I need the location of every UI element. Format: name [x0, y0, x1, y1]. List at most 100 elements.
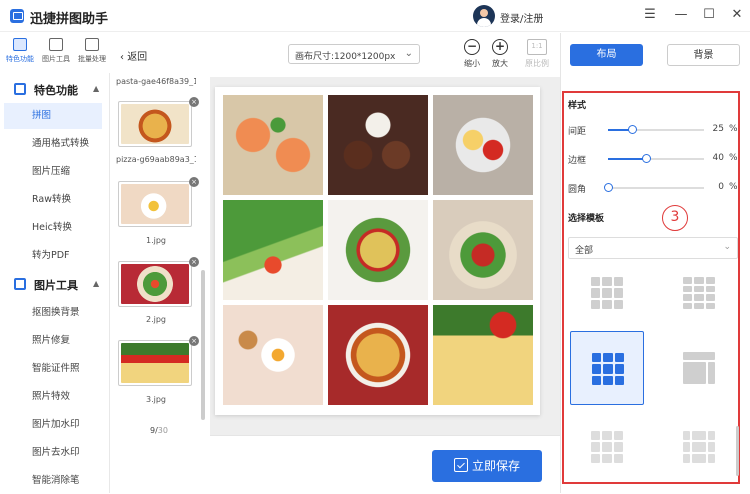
collage-canvas[interactable] — [215, 87, 540, 415]
pizza-thumb-image — [121, 104, 189, 144]
corner-radius-label: 圆角 — [568, 185, 587, 195]
collage-photo-asparagus[interactable] — [223, 200, 323, 300]
thumb-name: 2.jpg — [145, 315, 166, 324]
corner-radius-value: 0 — [718, 182, 724, 192]
thumb-name: 3.jpg — [145, 395, 166, 404]
template-option[interactable] — [570, 256, 644, 330]
slider-track[interactable] — [608, 187, 704, 189]
feature-icon — [14, 83, 26, 95]
tomato-pasta-thumb-image — [121, 343, 189, 383]
thumb-item[interactable] — [118, 261, 192, 307]
back-button[interactable]: ‹ 返回 — [120, 48, 147, 63]
zoom-out-button[interactable]: − 缩小 — [457, 39, 487, 69]
login-link[interactable]: 登录/注册 — [500, 10, 543, 25]
section-feature[interactable]: 特色功能 ▲ — [0, 76, 110, 102]
sidebar-item-pdf[interactable]: 转为PDF — [4, 243, 102, 269]
star-grid-icon — [13, 38, 27, 51]
sidebar-item-eraser[interactable]: 智能消除笔 — [4, 468, 102, 494]
spacing-slider[interactable]: 间距 25 % — [568, 123, 738, 137]
maximize-icon[interactable]: ☐ — [702, 8, 716, 22]
chevron-down-icon: ⌄ — [723, 242, 731, 252]
sidebar-item-format-convert[interactable]: 通用格式转换 — [4, 131, 102, 157]
tab-feature[interactable]: 特色功能 — [2, 36, 38, 70]
spacing-value: 25 — [712, 124, 724, 134]
tab-layout[interactable]: 布局 — [570, 44, 643, 66]
image-tools-icon — [14, 278, 26, 290]
salad-thumb-image — [121, 264, 189, 304]
template-option[interactable] — [662, 410, 736, 484]
zoom-in-button[interactable]: + 放大 — [485, 39, 515, 69]
thumb-item[interactable] — [118, 181, 192, 227]
feature-tabs: 特色功能 图片工具 批量处理 — [0, 33, 110, 73]
thumb-item[interactable] — [118, 101, 192, 147]
template-option[interactable] — [662, 331, 736, 405]
corner-radius-slider[interactable]: 圆角 0 % — [568, 181, 738, 195]
save-button[interactable]: 立即保存 — [432, 450, 542, 482]
title-bar — [0, 0, 750, 32]
collage-photo-pasta-salad[interactable] — [328, 200, 428, 300]
section-image-tools[interactable]: 图片工具 ▲ — [0, 271, 110, 297]
thumb-item[interactable] — [118, 340, 192, 386]
minimize-icon[interactable]: — — [674, 8, 688, 22]
thumbnail-list: pasta-gae46f8a39_1... × pizza-g69aab89a3… — [111, 73, 209, 443]
template-section-title: 选择模板 — [568, 214, 605, 224]
collage-photo-platter[interactable] — [433, 95, 533, 195]
sidebar-item-repair[interactable]: 照片修复 — [4, 328, 102, 354]
remove-thumb-icon[interactable]: × — [189, 336, 199, 346]
slider-knob[interactable] — [642, 154, 652, 163]
slider-knob[interactable] — [628, 125, 637, 134]
tab-batch-label: 批量处理 — [78, 55, 106, 63]
back-label: 返回 — [127, 52, 148, 63]
template-option-selected[interactable] — [570, 331, 644, 405]
sidebar-item-id-photo[interactable]: 智能证件照 — [4, 356, 102, 382]
canvas-size-select[interactable]: 画布尺寸:1200*1200px ⌄ — [288, 44, 420, 64]
spacing-label: 间距 — [568, 127, 587, 137]
collage-photo-salad-plate[interactable] — [433, 200, 533, 300]
original-ratio-button[interactable]: 1:1 原比例 — [522, 39, 552, 69]
sidebar-item-raw[interactable]: Raw转换 — [4, 187, 102, 213]
sidebar-item-compress[interactable]: 图片压缩 — [4, 159, 102, 185]
template-grid-icon — [591, 431, 623, 463]
template-grid-icon — [683, 277, 715, 309]
counter-current: 9/ — [150, 426, 158, 435]
user-avatar[interactable] — [473, 5, 495, 27]
collage-photo-tomato-pasta[interactable] — [433, 305, 533, 405]
right-panel-scrollbar[interactable] — [736, 426, 739, 476]
tab-background[interactable]: 背景 — [667, 44, 740, 66]
sidebar-item-collage[interactable]: 拼图 — [4, 103, 102, 129]
spacing-unit: % — [729, 124, 738, 134]
collage-photo-pizza[interactable] — [328, 305, 428, 405]
menu-icon[interactable]: ☰ — [643, 8, 657, 22]
template-grid-icon — [591, 277, 623, 309]
style-section-title: 样式 — [568, 101, 587, 111]
sidebar-item-remove-watermark[interactable]: 图片去水印 — [4, 440, 102, 466]
collage-photo-dessert[interactable] — [328, 95, 428, 195]
ratio-icon: 1:1 — [527, 39, 547, 55]
collage-photo-salmon[interactable] — [223, 95, 323, 195]
border-slider[interactable]: 边框 40 % — [568, 152, 738, 166]
collage-photo-egg-flour[interactable] — [223, 305, 323, 405]
zoom-in-label: 放大 — [492, 59, 508, 68]
tab-batch[interactable]: 批量处理 — [74, 36, 110, 70]
thumb-scrollbar[interactable] — [201, 270, 205, 420]
remove-thumb-icon[interactable]: × — [189, 257, 199, 267]
slider-knob[interactable] — [604, 183, 613, 192]
sidebar-item-heic[interactable]: Heic转换 — [4, 215, 102, 241]
zoom-out-icon: − — [464, 39, 480, 55]
remove-thumb-icon[interactable]: × — [189, 177, 199, 187]
original-ratio-label: 原比例 — [525, 59, 549, 68]
template-option[interactable] — [662, 256, 736, 330]
template-grid-icon — [683, 431, 715, 463]
thumb-name: 1.jpg — [145, 236, 166, 245]
sidebar-item-cutout[interactable]: 抠图换背景 — [4, 300, 102, 326]
close-icon[interactable]: ✕ — [730, 8, 744, 22]
zoom-out-label: 缩小 — [464, 59, 480, 68]
sidebar-item-add-watermark[interactable]: 图片加水印 — [4, 412, 102, 438]
remove-thumb-icon[interactable]: × — [189, 97, 199, 107]
border-label: 边框 — [568, 156, 587, 166]
template-grid-icon — [592, 353, 624, 385]
sidebar-item-effects[interactable]: 照片特效 — [4, 384, 102, 410]
tab-image-tools[interactable]: 图片工具 — [38, 36, 74, 70]
template-option[interactable] — [570, 410, 644, 484]
sidebar: 特色功能 ▲ 拼图 通用格式转换 图片压缩 Raw转换 Heic转换 转为PDF… — [0, 73, 110, 493]
